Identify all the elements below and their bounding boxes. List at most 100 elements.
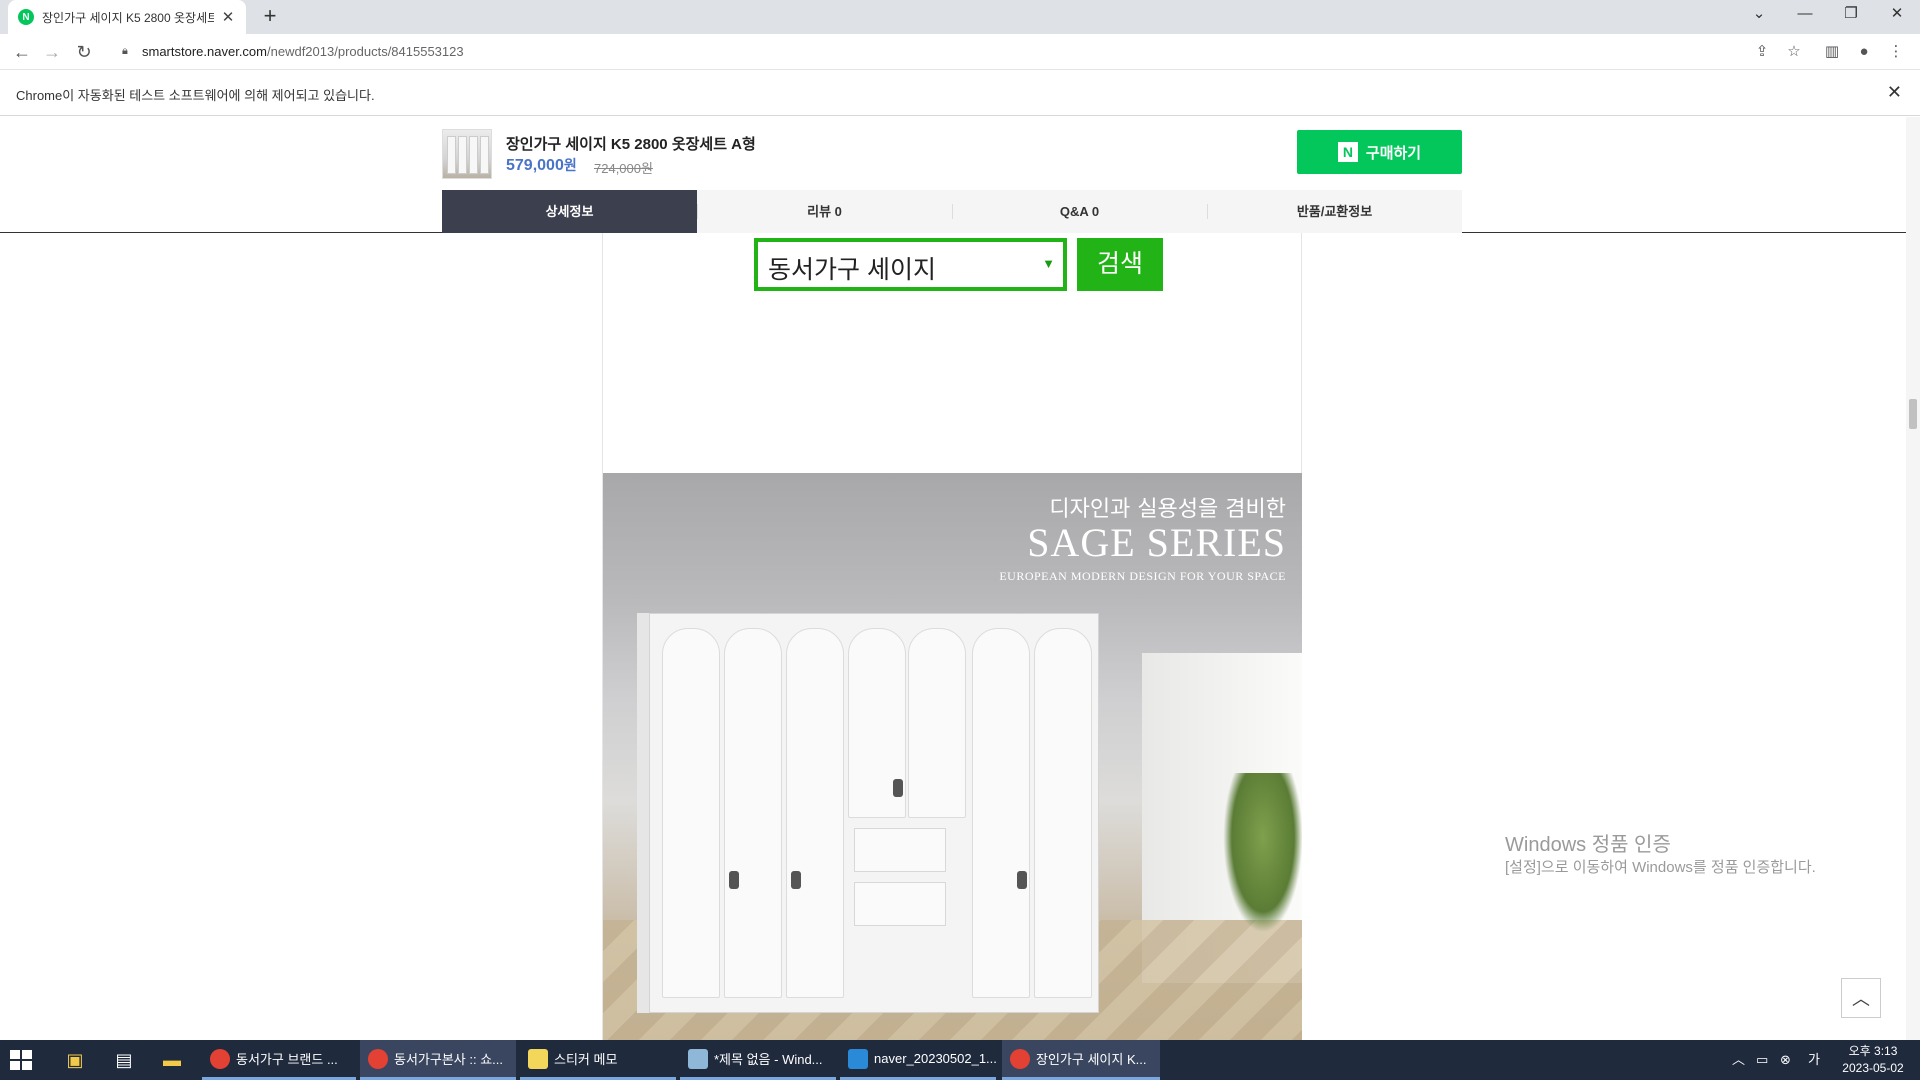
windows-activation-title: Windows 정품 인증 — [1505, 834, 1671, 856]
browser-tab[interactable]: N 장인가구 세이지 K5 2800 옷장세트 A형 ✕ — [8, 0, 246, 34]
taskbar-item-label: 동서가구 브랜드 ... — [236, 1052, 338, 1067]
dropdown-caret-icon[interactable]: ▼ — [1042, 256, 1055, 271]
product-thumbnail[interactable] — [442, 129, 492, 179]
taskbar-item-chrome-2[interactable]: 동서가구본사 :: 쇼... — [360, 1040, 516, 1080]
new-tab-button[interactable]: + — [258, 4, 282, 28]
hero-title: SAGE SERIES — [1027, 520, 1286, 565]
taskbar-item-chrome-3[interactable]: 장인가구 세이지 K... — [1002, 1040, 1160, 1080]
door-handle-icon — [729, 871, 739, 889]
sticky-notes-icon — [528, 1048, 548, 1069]
wardrobe-door — [848, 628, 906, 818]
tab-search-chevron-icon[interactable]: ⌄ — [1736, 0, 1782, 30]
lock-icon[interactable]: 🔒︎ — [122, 45, 128, 58]
wardrobe-door — [1034, 628, 1092, 998]
page-scrollbar[interactable] — [1906, 117, 1920, 1040]
tab-close-icon[interactable]: ✕ — [220, 8, 236, 26]
tray-chevron-icon[interactable]: ︿ — [1732, 1040, 1745, 1080]
windows-taskbar: ▣ ▤ ▬ 동서가구 브랜드 ... 동서가구본사 :: 쇼... 스티커 메모… — [0, 1040, 1920, 1080]
product-detail-column: 동서가구 세이지 ▼ 검색 디자인과 실용성을 겸비한 SAGE SERIES … — [602, 233, 1302, 1040]
close-window-button[interactable]: ✕ — [1874, 0, 1920, 30]
taskbar-item-vscode[interactable]: naver_20230502_1... — [840, 1040, 996, 1080]
sticky-product-header: 장인가구 세이지 K5 2800 옷장세트 A형 579,000원 724,00… — [0, 117, 1906, 233]
clock-date: 2023-05-02 — [1842, 1061, 1904, 1075]
scrollbar-thumb[interactable] — [1909, 399, 1917, 429]
profile-avatar-icon[interactable]: ● — [1852, 40, 1876, 64]
windows-start-icon[interactable] — [10, 1050, 32, 1070]
buy-button[interactable]: N 구매하기 — [1297, 130, 1462, 174]
product-tabs: 상세정보 리뷰 0 Q&A 0 반품/교환정보 — [442, 190, 1462, 233]
menu-kebab-icon[interactable]: ⋮ — [1884, 40, 1908, 64]
windows-activation-message: [설정]으로 이동하여 Windows를 정품 인증합니다. — [1505, 859, 1816, 876]
search-input-value: 동서가구 세이지 — [768, 256, 936, 284]
taskbar-item-label: 스티커 메모 — [554, 1052, 618, 1067]
system-clock[interactable]: 오후 3:13 2023-05-02 — [1838, 1043, 1908, 1077]
search-button[interactable]: 검색 — [1077, 238, 1163, 291]
taskbar-item-label: 장인가구 세이지 K... — [1036, 1052, 1147, 1067]
side-panel-icon[interactable]: ▥ — [1820, 40, 1844, 64]
wardrobe-door — [724, 628, 782, 998]
tab-detail[interactable]: 상세정보 — [442, 190, 697, 233]
back-arrow-icon[interactable]: ← — [10, 40, 34, 64]
wardrobe-door — [662, 628, 720, 998]
sale-price-value: 579,000 — [506, 157, 564, 174]
tab-title: 장인가구 세이지 K5 2800 옷장세트 A형 — [42, 10, 214, 25]
chrome-icon — [1010, 1048, 1030, 1069]
wardrobe-drawer — [854, 882, 946, 926]
door-handle-icon — [1017, 871, 1027, 889]
share-icon[interactable]: ⇪ — [1750, 40, 1774, 64]
naver-favicon-icon: N — [18, 9, 34, 25]
tab-reviews[interactable]: 리뷰 0 — [697, 190, 952, 233]
wardrobe-door — [786, 628, 844, 998]
taskbar-item-label: naver_20230502_1... — [874, 1051, 996, 1066]
wardrobe-drawer — [854, 828, 946, 872]
minimize-button[interactable]: — — [1782, 0, 1828, 30]
ime-icon[interactable]: 가 — [1808, 1040, 1820, 1080]
price-unit: 원 — [563, 157, 577, 173]
taskbar-item-sticky-notes[interactable]: 스티커 메모 — [520, 1040, 676, 1080]
hero-image: 디자인과 실용성을 겸비한 SAGE SERIES EUROPEAN MODER… — [603, 473, 1302, 1040]
original-price: 724,000원 — [594, 161, 653, 176]
file-explorer-icon[interactable]: ▬ — [152, 1040, 192, 1080]
tab-strip: N 장인가구 세이지 K5 2800 옷장세트 A형 ✕ + ⌄ — ❐ ✕ — [0, 0, 1920, 34]
tab-return-exchange[interactable]: 반품/교환정보 — [1207, 190, 1462, 233]
buy-button-label: 구매하기 — [1365, 144, 1422, 162]
network-icon[interactable]: ▭ — [1756, 1040, 1768, 1080]
hero-tagline: EUROPEAN MODERN DESIGN FOR YOUR SPACE — [999, 569, 1286, 583]
url-text[interactable]: smartstore.naver.com/newdf2013/products/… — [142, 44, 464, 59]
search-input[interactable]: 동서가구 세이지 ▼ — [754, 238, 1067, 291]
infobar-close-icon[interactable]: ✕ — [1887, 82, 1902, 103]
taskbar-item-notepad[interactable]: *제목 없음 - Wind... — [680, 1040, 836, 1080]
notepad-icon — [688, 1048, 708, 1069]
url-path: /newdf2013/products/8415553123 — [267, 44, 464, 59]
sale-price: 579,000원 — [506, 155, 577, 175]
chrome-icon — [368, 1048, 388, 1069]
browser-toolbar: ← → ↻ 🔒︎ smartstore.naver.com/newdf2013/… — [0, 34, 1920, 70]
scroll-to-top-button[interactable]: ︿ — [1841, 978, 1881, 1018]
reload-icon[interactable]: ↻ — [72, 40, 96, 64]
naver-pay-icon: N — [1337, 142, 1358, 162]
plant-image — [1223, 773, 1302, 933]
vscode-icon — [848, 1048, 868, 1069]
forward-arrow-icon[interactable]: → — [40, 40, 64, 64]
product-name: 장인가구 세이지 K5 2800 옷장세트 A형 — [506, 136, 756, 153]
door-handle-icon — [791, 871, 801, 889]
infobar-message: Chrome이 자동화된 테스트 소프트웨어에 의해 제어되고 있습니다. — [16, 88, 375, 103]
maps-app-icon[interactable]: ▣ — [55, 1040, 95, 1080]
taskbar-item-label: *제목 없음 - Wind... — [714, 1052, 823, 1067]
taskbar-item-chrome-1[interactable]: 동서가구 브랜드 ... — [202, 1040, 356, 1080]
wardrobe-door — [908, 628, 966, 818]
taskbar-item-label: 동서가구본사 :: 쇼... — [394, 1052, 504, 1067]
bookmark-star-icon[interactable]: ☆ — [1782, 40, 1806, 64]
door-handle-icon — [893, 779, 903, 797]
web-page: 장인가구 세이지 K5 2800 옷장세트 A형 579,000원 724,00… — [0, 117, 1906, 1040]
address-bar[interactable]: 🔒︎ smartstore.naver.com/newdf2013/produc… — [110, 38, 1780, 66]
volume-muted-icon[interactable]: ⊗ — [1780, 1040, 1791, 1080]
wardrobe-image — [649, 613, 1099, 1013]
automation-infobar: Chrome이 자동화된 테스트 소프트웨어에 의해 제어되고 있습니다. ✕ — [0, 70, 1920, 116]
wardrobe-door — [972, 628, 1030, 998]
chrome-icon — [210, 1048, 230, 1069]
tab-qna[interactable]: Q&A 0 — [952, 190, 1207, 233]
photos-app-icon[interactable]: ▤ — [104, 1040, 144, 1080]
url-host: smartstore.naver.com — [142, 44, 267, 59]
restore-button[interactable]: ❐ — [1828, 0, 1874, 30]
